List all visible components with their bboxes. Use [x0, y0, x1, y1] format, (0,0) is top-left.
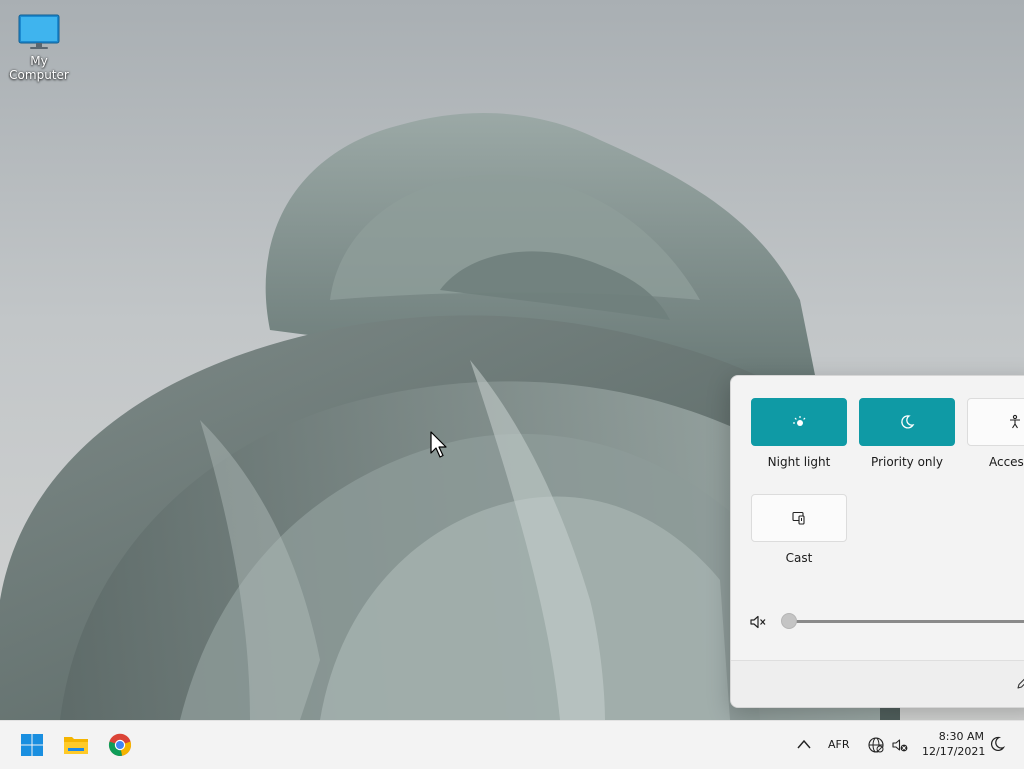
language-indicator[interactable]: AFR [828, 738, 850, 751]
quick-settings-footer [731, 660, 1024, 707]
volume-muted-icon[interactable] [749, 614, 767, 630]
priority-only-label: Priority only [871, 455, 943, 469]
moon-icon [901, 415, 915, 429]
mouse-cursor-icon [430, 431, 447, 458]
chrome-button[interactable] [104, 729, 136, 761]
quick-settings-panel: Night light Priority only Accessib [730, 375, 1024, 708]
night-light-icon [793, 416, 806, 426]
pencil-icon[interactable] [1015, 675, 1024, 691]
volume-slider-track[interactable] [789, 620, 1024, 623]
night-light-label: Night light [767, 455, 831, 469]
cast-toggle[interactable] [751, 494, 847, 542]
desktop: My Computer Night light Priority only Ac… [0, 0, 1024, 720]
clock[interactable]: 8:30 AM 12/17/2021 [922, 729, 986, 759]
clock-date: 12/17/2021 [922, 745, 986, 758]
cast-label: Cast [785, 551, 813, 565]
monitor-icon [18, 14, 60, 49]
speaker-muted-icon [892, 739, 908, 752]
tray-status-group[interactable] [862, 731, 921, 759]
tile-cast[interactable]: Cast [751, 494, 847, 565]
tile-priority-only[interactable]: Priority only [859, 398, 955, 469]
cast-icon [792, 511, 805, 525]
windows-logo-icon [21, 734, 43, 756]
priority-only-toggle[interactable] [859, 398, 955, 446]
chevron-up-icon[interactable] [795, 736, 813, 754]
start-button[interactable] [16, 729, 48, 761]
tile-night-light[interactable]: Night light [751, 398, 847, 469]
file-explorer-button[interactable] [60, 729, 92, 761]
accessibility-icon [1010, 414, 1020, 429]
volume-row [749, 612, 1024, 632]
accessibility-toggle[interactable] [967, 398, 1024, 446]
desktop-icon-label: My Computer [9, 54, 69, 82]
tile-accessibility[interactable]: Accessib [967, 398, 1024, 469]
chrome-icon [108, 733, 132, 756]
volume-slider-thumb[interactable] [781, 613, 797, 629]
folder-icon [64, 737, 88, 754]
night-light-toggle[interactable] [751, 398, 847, 446]
desktop-icon-my-computer[interactable]: My Computer [0, 8, 78, 82]
globe-icon [868, 737, 884, 753]
moon-icon[interactable] [988, 735, 1006, 753]
clock-time: 8:30 AM [938, 730, 984, 743]
taskbar: AFR 8:30 AM 12/17/2021 [0, 720, 1024, 769]
accessibility-label: Accessib [988, 455, 1024, 469]
